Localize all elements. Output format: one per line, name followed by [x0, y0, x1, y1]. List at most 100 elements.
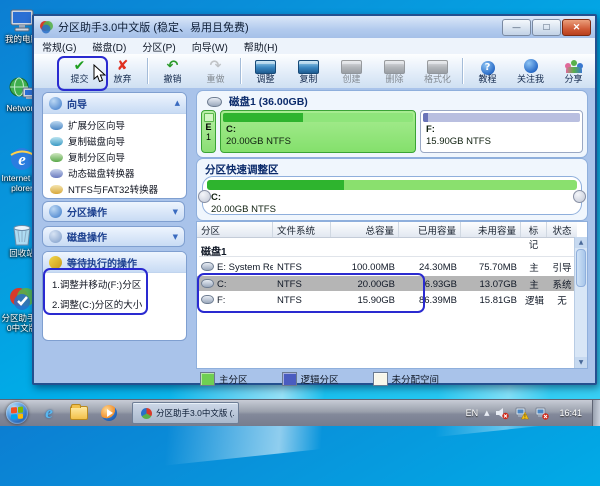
col-filesystem[interactable]: 文件系统 [273, 222, 331, 237]
pencil-icon [49, 255, 62, 269]
minimize-button[interactable] [502, 19, 531, 36]
toolbar: ✔ 提交 ✘ 放弃 ↶ 撤销 ↷ 重做 调整 复制 创建 删除 格式化 ? 教程… [34, 54, 595, 89]
redo-button[interactable]: ↷ 重做 [194, 58, 237, 85]
redo-icon: ↷ [209, 57, 222, 74]
volume-muted-icon[interactable] [495, 406, 510, 420]
pending-op-2[interactable]: 2.调整(C:)分区的大小 [43, 293, 186, 313]
sidebar-item-ntfs-fat32-converter[interactable]: NTFS与FAT32转换器 [43, 181, 186, 197]
disk-icon [50, 152, 63, 162]
right-resize-handle[interactable] [573, 189, 586, 203]
disk-icon [50, 120, 63, 130]
disk-icon [50, 184, 63, 194]
sidebar-item-extend-partition-wizard[interactable]: 扩展分区向导 [43, 117, 186, 133]
show-desktop-button[interactable] [592, 400, 600, 426]
app-window: 分区助手3.0中文版 (稳定、易用且免费) 常规(G) 磁盘(D) 分区(P) … [32, 14, 597, 386]
disk-format-icon [427, 59, 449, 74]
show-hidden-icons-icon[interactable]: ▲ [484, 409, 489, 417]
menu-disk[interactable]: 磁盘(D) [92, 39, 126, 54]
start-button[interactable] [6, 402, 28, 424]
disk-ops-header[interactable]: 磁盘操作 ▼ [42, 226, 185, 247]
partition-block-f[interactable]: F: 15.90GB NTFS [420, 110, 583, 153]
table-row-c[interactable]: C: NTFS 20.00GB 6.93GB 13.07GB 主 系统 [197, 276, 577, 291]
share-button[interactable]: 分享 [552, 58, 595, 85]
taskbar-media-player-button[interactable] [100, 404, 118, 422]
partition-block-c[interactable]: C: 20.00GB NTFS [220, 110, 416, 153]
pending-op-1[interactable]: 1.调整并移动(F:)分区 [43, 273, 186, 293]
format-button[interactable]: 格式化 [416, 58, 459, 85]
network-disconnected-icon[interactable] [535, 406, 550, 420]
tutorial-button[interactable]: 教程 [466, 58, 509, 85]
col-mark[interactable]: 标记 [521, 222, 547, 251]
legend-logical: 逻辑分区 [281, 372, 339, 386]
check-icon: ✔ [73, 57, 86, 74]
partition-ops-icon [49, 205, 62, 218]
globe-icon [523, 58, 538, 73]
system-tray: EN ▲ ! 16:41 [466, 400, 590, 426]
partitions-table: 分区 文件系统 总容量 已用容量 未用容量 标记 状态 磁盘1 E: Syste… [196, 221, 588, 369]
partition-resize-slider[interactable]: C: 20.00GB NTFS [198, 176, 586, 215]
folder-icon [70, 404, 88, 420]
taskbar: e 分区助手3.0中文版 (... EN ▲ ! 16:41 [0, 399, 600, 426]
col-used[interactable]: 已用容量 [399, 222, 461, 237]
table-row-f[interactable]: F: NTFS 15.90GB 86.39MB 15.81GB 逻辑 无 [197, 292, 577, 307]
usage-bar [207, 180, 577, 190]
col-total[interactable]: 总容量 [331, 222, 399, 237]
sidebar: 向导 ▲ 扩展分区向导 复制磁盘向导 复制分区向导 动态磁盘转换器 NTFS与F… [34, 88, 192, 383]
table-scrollbar[interactable]: ▲ ▼ [574, 237, 587, 368]
pending-operations-panel: 等待执行的操作 1.调整并移动(F:)分区 2.调整(C:)分区的大小 [42, 251, 187, 341]
disk-copy-icon [297, 59, 319, 74]
wizards-panel: 向导 ▲ 扩展分区向导 复制磁盘向导 复制分区向导 动态磁盘转换器 NTFS与F… [42, 92, 187, 199]
scroll-thumb[interactable] [576, 249, 586, 287]
delete-button[interactable]: 删除 [373, 58, 416, 85]
table-row-e[interactable]: E: System Re... NTFS 100.00MB 24.30MB 75… [197, 259, 577, 274]
scroll-down-icon[interactable]: ▼ [575, 357, 587, 368]
col-free[interactable]: 未用容量 [461, 222, 521, 237]
disk1-title: 磁盘1 (36.00GB) [229, 96, 308, 108]
taskbar-ie-button[interactable]: e [40, 403, 58, 422]
legend-unallocated: 未分配空间 [372, 372, 439, 386]
menu-help[interactable]: 帮助(H) [244, 39, 278, 54]
windows-flag-icon [11, 406, 23, 420]
discard-button[interactable]: ✘ 放弃 [101, 58, 144, 85]
menu-wizard[interactable]: 向导(W) [192, 39, 228, 54]
window-content: 向导 ▲ 扩展分区向导 复制磁盘向导 复制分区向导 动态磁盘转换器 NTFS与F… [34, 88, 595, 386]
usage-bar [423, 113, 580, 122]
partition-ops-header[interactable]: 分区操作 ▼ [42, 201, 185, 222]
menu-general[interactable]: 常规(G) [42, 39, 76, 54]
partition-block-e[interactable]: E 1 [201, 110, 216, 153]
sidebar-item-copy-partition-wizard[interactable]: 复制分区向导 [43, 149, 186, 165]
sidebar-item-dynamic-disk-converter[interactable]: 动态磁盘转换器 [43, 165, 186, 181]
copy-button[interactable]: 复制 [287, 58, 330, 85]
taskbar-app-button[interactable]: 分区助手3.0中文版 (... [132, 402, 239, 424]
sidebar-item-copy-disk-wizard[interactable]: 复制磁盘向导 [43, 133, 186, 149]
disk-icon [207, 96, 222, 107]
scroll-up-icon[interactable]: ▲ [575, 237, 587, 248]
pending-operations-header[interactable]: 等待执行的操作 [43, 252, 186, 273]
clock[interactable]: 16:41 [559, 408, 582, 418]
toolbar-separator [462, 58, 463, 84]
chevron-down-icon[interactable]: ▼ [173, 233, 178, 241]
disk1-panel: 磁盘1 (36.00GB) E 1 C: 20.00GB NTFS F: 15.… [196, 90, 588, 158]
table-header: 分区 文件系统 总容量 已用容量 未用容量 标记 状态 [197, 222, 577, 251]
follow-me-button[interactable]: 关注我 [509, 58, 552, 85]
wizards-header[interactable]: 向导 ▲ [43, 93, 186, 114]
undo-button[interactable]: ↶ 撤销 [151, 58, 194, 85]
col-status[interactable]: 状态 [547, 222, 577, 237]
legend: 主分区 逻辑分区 未分配空间 [200, 372, 588, 386]
close-button[interactable] [562, 19, 591, 36]
taskbar-explorer-button[interactable] [70, 404, 88, 422]
maximize-button[interactable] [532, 19, 561, 36]
chevron-up-icon[interactable]: ▲ [175, 99, 180, 107]
disk-ops-icon [49, 230, 62, 243]
create-button[interactable]: 创建 [330, 58, 373, 85]
titlebar[interactable]: 分区助手3.0中文版 (稳定、易用且免费) [34, 16, 595, 39]
commit-button[interactable]: ✔ 提交 [58, 58, 101, 85]
col-partition[interactable]: 分区 [197, 222, 273, 237]
language-indicator[interactable]: EN [466, 408, 479, 418]
menu-partition[interactable]: 分区(P) [142, 39, 175, 54]
chevron-down-icon[interactable]: ▼ [173, 208, 178, 216]
network-warning-icon[interactable]: ! [515, 406, 530, 421]
app-icon [40, 21, 53, 34]
left-resize-handle[interactable] [198, 189, 211, 203]
resize-button[interactable]: 调整 [244, 58, 287, 85]
